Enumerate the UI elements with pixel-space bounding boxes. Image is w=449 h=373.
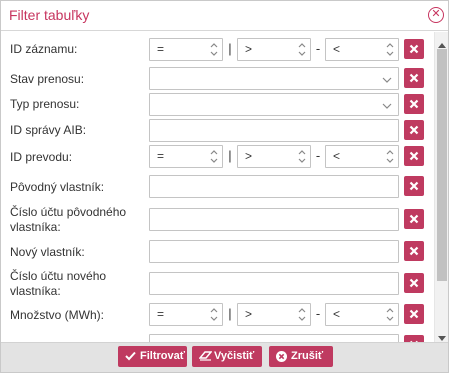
label-cislo-uctu-povodneho: Číslo účtu pôvodného vlastníka: <box>10 205 127 234</box>
close-icon <box>409 246 419 256</box>
clear-novy-vlastnik-button[interactable] <box>404 241 424 261</box>
cancel-button-label: Zrušiť <box>291 350 324 362</box>
clear-cislo-uctu-noveho-button[interactable] <box>404 273 424 293</box>
spinner-icon[interactable] <box>385 41 395 58</box>
cancel-circle-icon <box>276 351 287 362</box>
label-novy-vlastnik: Nový vlastník: <box>10 245 85 259</box>
close-icon <box>409 309 419 319</box>
clear-id-prevodu-button[interactable] <box>404 146 424 166</box>
spinner-icon[interactable] <box>209 41 219 58</box>
row-stav-prenosu: Stav prenosu: <box>1 66 434 92</box>
row-cislo-uctu-noveho: Číslo účtu nového vlastníka: <box>1 269 434 301</box>
cancel-button[interactable]: Zrušiť <box>269 346 333 367</box>
spinner-icon[interactable] <box>385 306 395 323</box>
clear-button[interactable]: Vyčistiť <box>192 346 262 367</box>
label-povodny-vlastnik: Pôvodný vlastník: <box>10 180 105 194</box>
separator-pipe: | <box>228 148 232 163</box>
scrollbar-thumb[interactable] <box>437 49 447 281</box>
scroll-down-arrow-icon[interactable] <box>438 331 446 341</box>
scroll-up-arrow-icon[interactable] <box>438 37 446 48</box>
row-novy-vlastnik: Nový vlastník: <box>1 239 434 265</box>
cislo-uctu-noveho-input[interactable] <box>149 272 399 295</box>
id-prevodu-to-input[interactable]: < <box>325 145 399 168</box>
spinner-icon[interactable] <box>385 148 395 165</box>
mnozstvo-to-input[interactable]: < <box>325 303 399 326</box>
close-icon <box>409 99 419 109</box>
novy-vlastnik-input[interactable] <box>149 240 399 263</box>
row-id-prevodu: ID prevodu: = | > - < <box>1 144 434 170</box>
filter-button[interactable]: Filtrovať <box>118 346 187 367</box>
spinner-icon[interactable] <box>209 148 219 165</box>
spinner-icon[interactable] <box>297 148 307 165</box>
id-prevodu-from-input[interactable]: > <box>237 145 311 168</box>
close-icon <box>409 73 419 83</box>
filter-dialog: Filter tabuľky ✕ ID záznamu: = | > - < S… <box>0 0 449 373</box>
row-id-zaznamu: ID záznamu: = | > - < <box>1 37 434 63</box>
clear-typ-prenosu-button[interactable] <box>404 94 424 114</box>
label-id-spravy-aib: ID správy AIB: <box>10 123 87 137</box>
close-icon <box>409 181 419 191</box>
separator-pipe: | <box>228 306 232 321</box>
close-icon[interactable]: ✕ <box>428 7 444 23</box>
label-typ-prenosu: Typ prenosu: <box>10 97 80 111</box>
row-cislo-uctu-povodneho: Číslo účtu pôvodného vlastníka: <box>1 205 434 237</box>
close-icon <box>409 44 419 54</box>
row-mnozstvo: Množstvo (MWh): = | > - < <box>1 302 434 328</box>
next-field-input[interactable] <box>149 334 399 342</box>
row-id-spravy-aib: ID správy AIB: <box>1 118 434 144</box>
id-spravy-aib-input[interactable] <box>149 119 399 142</box>
dialog-footer: Filtrovať Vyčistiť Zrušiť <box>1 342 448 372</box>
filter-form: ID záznamu: = | > - < Stav prenosu: Typ … <box>1 32 434 342</box>
row-povodny-vlastnik: Pôvodný vlastník: <box>1 174 434 200</box>
separator-dash: - <box>315 148 321 163</box>
dialog-title: Filter tabuľky <box>9 7 90 23</box>
label-id-zaznamu: ID záznamu: <box>10 42 78 56</box>
filter-button-label: Filtrovať <box>140 350 185 362</box>
spinner-icon[interactable] <box>209 306 219 323</box>
spinner-icon[interactable] <box>297 41 307 58</box>
mnozstvo-from-input[interactable]: > <box>237 303 311 326</box>
id-zaznamu-operator-select[interactable]: = <box>149 38 223 61</box>
clear-stav-prenosu-button[interactable] <box>404 68 424 88</box>
close-icon <box>409 125 419 135</box>
label-id-prevodu: ID prevodu: <box>10 150 73 164</box>
id-zaznamu-from-input[interactable]: > <box>237 38 311 61</box>
clear-povodny-vlastnik-button[interactable] <box>404 176 424 196</box>
clear-cislo-uctu-povodneho-button[interactable] <box>404 209 424 229</box>
separator-dash: - <box>315 306 321 321</box>
separator-pipe: | <box>228 41 232 56</box>
row-typ-prenosu: Typ prenosu: <box>1 92 434 118</box>
separator-dash: - <box>315 41 321 56</box>
stav-prenosu-select[interactable] <box>149 67 399 90</box>
spinner-icon[interactable] <box>297 306 307 323</box>
vertical-scrollbar[interactable] <box>434 32 448 342</box>
label-stav-prenosu: Stav prenosu: <box>10 72 85 86</box>
clear-id-spravy-aib-button[interactable] <box>404 120 424 140</box>
clear-button-label: Vyčistiť <box>214 350 255 362</box>
chevron-down-icon <box>382 74 392 84</box>
clear-id-zaznamu-button[interactable] <box>404 39 424 59</box>
label-mnozstvo: Množstvo (MWh): <box>10 308 105 322</box>
row-next-partial <box>1 333 434 342</box>
dialog-titlebar: Filter tabuľky ✕ <box>1 1 448 31</box>
chevron-down-icon <box>382 100 392 110</box>
label-cislo-uctu-noveho: Číslo účtu nového vlastníka: <box>10 269 107 298</box>
close-icon <box>409 278 419 288</box>
mnozstvo-operator-select[interactable]: = <box>149 303 223 326</box>
eraser-icon <box>199 351 212 361</box>
check-icon <box>125 351 136 361</box>
close-icon <box>409 214 419 224</box>
id-zaznamu-to-input[interactable]: < <box>325 38 399 61</box>
clear-mnozstvo-button[interactable] <box>404 304 424 324</box>
clear-next-field-button[interactable] <box>404 335 424 342</box>
id-prevodu-operator-select[interactable]: = <box>149 145 223 168</box>
povodny-vlastnik-input[interactable] <box>149 175 399 198</box>
typ-prenosu-select[interactable] <box>149 93 399 116</box>
cislo-uctu-povodneho-input[interactable] <box>149 208 399 231</box>
close-icon <box>409 151 419 161</box>
